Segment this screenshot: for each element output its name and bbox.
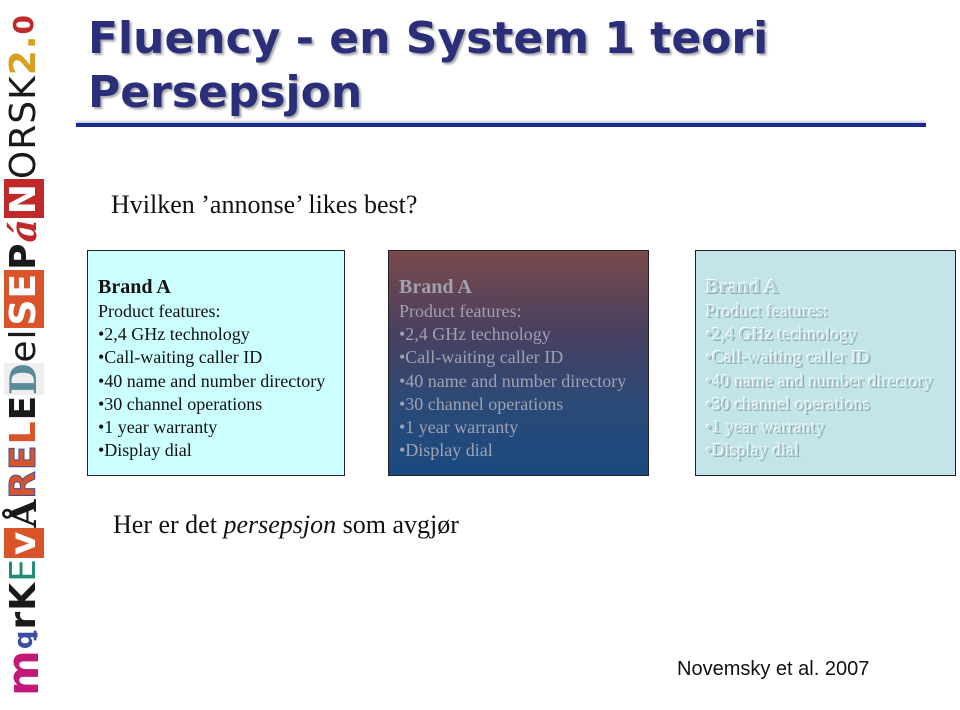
logo-segment: rK bbox=[3, 581, 44, 630]
logo-segment: SE bbox=[3, 269, 44, 329]
logo-segment: el bbox=[3, 328, 44, 363]
slide-title-line-2: Persepsjon bbox=[88, 67, 363, 118]
logo-segment: . bbox=[3, 34, 44, 50]
ad-feature: •30 channel operations bbox=[399, 393, 564, 414]
ad-subtitle: Product features: bbox=[399, 301, 522, 321]
title-divider bbox=[76, 123, 926, 127]
ad-feature: •Display dial bbox=[706, 440, 800, 461]
conclusion-emphasis: persepsjon bbox=[223, 510, 337, 539]
ad-feature: •Call-waiting caller ID bbox=[98, 347, 263, 368]
ad-feature: •Display dial bbox=[399, 440, 493, 461]
ad-feature: •40 name and number directory bbox=[706, 370, 934, 391]
brand-logo-strip: m ꝗ rK E v Å RE L E D el SE P á N ORSK 2… bbox=[0, 0, 49, 710]
ad-feature: •Call-waiting caller ID bbox=[706, 347, 871, 368]
ad-feature: •40 name and number directory bbox=[98, 370, 326, 391]
ad-feature: •30 channel operations bbox=[706, 393, 871, 414]
ad-feature: •2,4 GHz technology bbox=[98, 324, 250, 345]
logo-segment: P bbox=[3, 242, 44, 270]
ad-box-high-contrast: Brand A Product features: •2,4 GHz techn… bbox=[87, 250, 345, 476]
logo-segment: ꝗ bbox=[9, 629, 39, 650]
conclusion-prefix: Her er det bbox=[113, 510, 224, 539]
logo-segment: 0 bbox=[7, 14, 40, 35]
ad-feature: •Display dial bbox=[98, 440, 192, 461]
logo-segment: 2 bbox=[3, 49, 44, 76]
logo-segment: RE bbox=[3, 444, 45, 499]
logo-segment: ORSK bbox=[3, 75, 44, 180]
ad-brand: Brand A bbox=[399, 276, 472, 298]
ad-feature: •Call-waiting caller ID bbox=[399, 347, 564, 368]
citation: Novemsky et al. 2007 bbox=[677, 658, 870, 680]
ad-brand: Brand A bbox=[98, 276, 171, 298]
logo-segment: D bbox=[3, 362, 45, 395]
ad-feature: •30 channel operations bbox=[98, 393, 263, 414]
ad-subtitle: Product features: bbox=[98, 301, 221, 321]
logo-segment: á bbox=[3, 218, 45, 243]
conclusion-text: Her er det persepsjon som avgjør bbox=[113, 510, 459, 540]
ad-subtitle: Product features: bbox=[706, 301, 829, 321]
question-text: Hvilken ’annonse’ likes best? bbox=[111, 190, 418, 219]
ad-feature: •1 year warranty bbox=[399, 417, 519, 438]
logo-segment: L bbox=[3, 420, 44, 445]
logo-wordmark: m ꝗ rK E v Å RE L E D el SE P á N ORSK 2… bbox=[0, 14, 49, 696]
ad-feature: •2,4 GHz technology bbox=[706, 324, 858, 345]
ad-feature: •2,4 GHz technology bbox=[399, 324, 551, 345]
ad-feature: •1 year warranty bbox=[706, 417, 826, 438]
ad-box-embossed: Brand A Product features: •2,4 GHz techn… bbox=[695, 250, 956, 476]
slide-title: Fluency - en System 1 teori Persepsjon bbox=[88, 12, 768, 120]
ad-feature: •40 name and number directory bbox=[399, 370, 627, 391]
logo-segment: E bbox=[3, 394, 44, 421]
logo-segment: N bbox=[3, 179, 44, 219]
logo-segment: v bbox=[3, 527, 44, 559]
logo-segment: E bbox=[3, 558, 44, 582]
slide-title-line-1: Fluency - en System 1 teori bbox=[88, 13, 769, 64]
ad-feature: •1 year warranty bbox=[98, 417, 218, 438]
ad-box-dark-gradient: Brand A Product features: •2,4 GHz techn… bbox=[388, 250, 649, 476]
logo-segment: m bbox=[0, 649, 49, 696]
ad-brand: Brand A bbox=[706, 276, 779, 298]
conclusion-suffix: som avgjør bbox=[336, 510, 459, 539]
logo-segment: Å bbox=[3, 498, 45, 528]
